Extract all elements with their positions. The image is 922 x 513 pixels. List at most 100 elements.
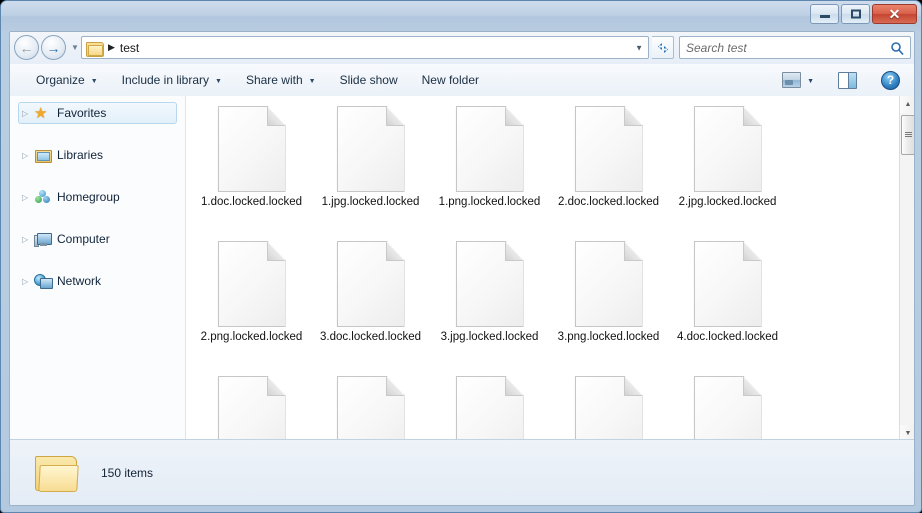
file-item[interactable]: [549, 374, 668, 442]
address-dropdown-icon[interactable]: ▼: [635, 43, 643, 52]
address-bar-row: ← → ▼ ▶ test ▼: [10, 32, 915, 65]
vertical-scrollbar[interactable]: ▲ ▼: [899, 96, 915, 442]
file-name-label: 3.jpg.locked.locked: [434, 330, 546, 344]
views-icon: [782, 72, 801, 88]
file-item[interactable]: 3.doc.locked.locked: [311, 239, 430, 374]
maximize-button[interactable]: [841, 4, 870, 24]
title-bar[interactable]: ✕: [1, 1, 922, 31]
refresh-button[interactable]: [652, 36, 674, 59]
file-item[interactable]: 3.jpg.locked.locked: [430, 239, 549, 374]
close-icon: ✕: [889, 7, 901, 21]
blank-file-icon: [218, 241, 286, 327]
chevron-down-icon[interactable]: ▼: [807, 78, 814, 85]
sidebar-item-label: Libraries: [57, 148, 103, 162]
address-bar[interactable]: ▶ test ▼: [81, 36, 649, 59]
recent-pages-chevron-icon[interactable]: ▼: [71, 43, 79, 52]
toolbar-item-share-with[interactable]: Share with ▼: [236, 68, 326, 92]
toolbar-right-group: ▼ ?: [756, 64, 910, 96]
sidebar-spacer: [10, 124, 185, 144]
file-item[interactable]: 2.png.locked.locked: [192, 239, 311, 374]
breadcrumb-separator-icon[interactable]: ▶: [108, 42, 115, 53]
breadcrumb-current-folder[interactable]: test: [120, 41, 139, 55]
navigation-pane: ▷ ★ Favorites ▷ Libraries ▷ Homegroup: [10, 96, 186, 442]
expander-icon[interactable]: ▷: [22, 235, 34, 244]
toolbar-item-slide-show[interactable]: Slide show: [330, 68, 408, 92]
preview-pane-button[interactable]: [828, 68, 867, 92]
expander-icon[interactable]: ▷: [22, 151, 34, 160]
sidebar-item-label: Network: [57, 274, 101, 288]
blank-file-icon: [456, 241, 524, 327]
toolbar-item-include-in-library[interactable]: Include in library ▼: [112, 68, 232, 92]
help-icon: ?: [881, 71, 900, 90]
forward-button[interactable]: →: [41, 35, 66, 60]
network-icon: [34, 273, 52, 289]
sidebar-item-network[interactable]: ▷ Network: [18, 270, 177, 292]
file-item[interactable]: 4.png.locked.locked: [311, 374, 430, 442]
file-item[interactable]: 4.jpg.locked.locked: [192, 374, 311, 442]
blank-file-icon: [694, 241, 762, 327]
change-view-button[interactable]: ▼: [772, 68, 824, 92]
scroll-up-button[interactable]: ▲: [900, 96, 915, 113]
sidebar-item-computer[interactable]: ▷ Computer: [18, 228, 177, 250]
expander-icon[interactable]: ▷: [22, 277, 34, 286]
file-item[interactable]: 2.jpg.locked.locked: [668, 104, 787, 239]
sidebar-spacer: [10, 166, 185, 186]
help-button[interactable]: ?: [871, 68, 910, 92]
preview-pane-icon: [838, 72, 857, 89]
blank-file-icon: [456, 106, 524, 192]
computer-icon: [34, 231, 52, 247]
file-item[interactable]: 3.png.locked.locked: [549, 239, 668, 374]
toolbar-label: Organize: [36, 73, 85, 87]
sidebar-item-favorites[interactable]: ▷ ★ Favorites: [18, 102, 177, 124]
close-button[interactable]: ✕: [872, 4, 917, 24]
blank-file-icon: [337, 376, 405, 442]
sidebar-spacer: [10, 250, 185, 270]
sidebar-item-libraries[interactable]: ▷ Libraries: [18, 144, 177, 166]
file-item[interactable]: 1.png.locked.locked: [430, 104, 549, 239]
blank-file-icon: [575, 376, 643, 442]
sidebar-item-homegroup[interactable]: ▷ Homegroup: [18, 186, 177, 208]
file-item[interactable]: 2.doc.locked.locked: [549, 104, 668, 239]
refresh-icon: [656, 41, 670, 55]
folder-icon: [35, 454, 79, 492]
star-icon: ★: [34, 105, 52, 121]
window-controls: ✕: [810, 4, 917, 24]
sidebar-item-label: Favorites: [57, 106, 106, 120]
chevron-down-icon: ▼: [215, 78, 222, 85]
file-item[interactable]: [430, 374, 549, 442]
search-input[interactable]: [686, 41, 890, 55]
toolbar-label: Slide show: [340, 73, 398, 87]
back-button[interactable]: ←: [14, 35, 39, 60]
file-name-label: 1.jpg.locked.locked: [315, 195, 427, 209]
file-item[interactable]: 1.doc.locked.locked: [192, 104, 311, 239]
minimize-button[interactable]: [810, 4, 839, 24]
file-item[interactable]: [668, 374, 787, 442]
file-name-label: 1.doc.locked.locked: [196, 195, 308, 209]
file-name-label: 2.doc.locked.locked: [553, 195, 665, 209]
expander-icon[interactable]: ▷: [22, 109, 34, 118]
file-name-label: 2.jpg.locked.locked: [672, 195, 784, 209]
file-item[interactable]: 4.doc.locked.locked: [668, 239, 787, 374]
item-count-label: 150 items: [101, 466, 153, 480]
file-item[interactable]: 1.jpg.locked.locked: [311, 104, 430, 239]
file-grid: 1.doc.locked.locked 1.jpg.locked.locked1.…: [186, 96, 904, 442]
forward-arrow-icon: →: [47, 41, 61, 55]
search-box[interactable]: [679, 36, 911, 59]
blank-file-icon: [694, 106, 762, 192]
blank-file-icon: [218, 376, 286, 442]
toolbar-item-new-folder[interactable]: New folder: [412, 68, 489, 92]
expander-icon[interactable]: ▷: [22, 193, 34, 202]
explorer-window: ✕ ← → ▼ ▶ test ▼: [0, 0, 922, 513]
content-area: ▷ ★ Favorites ▷ Libraries ▷ Homegroup: [10, 96, 915, 442]
file-name-label: 3.doc.locked.locked: [315, 330, 427, 344]
navigation-buttons: ← → ▼: [14, 35, 79, 60]
blank-file-icon: [575, 106, 643, 192]
scrollbar-thumb[interactable]: [901, 115, 915, 155]
toolbar-label: Share with: [246, 73, 303, 87]
file-list-view[interactable]: 1.doc.locked.locked 1.jpg.locked.locked1.…: [186, 96, 915, 442]
minimize-icon: [820, 15, 830, 18]
toolbar-label: New folder: [422, 73, 479, 87]
toolbar-item-organize[interactable]: Organize ▼: [26, 68, 108, 92]
sidebar-item-label: Homegroup: [57, 190, 120, 204]
blank-file-icon: [337, 241, 405, 327]
